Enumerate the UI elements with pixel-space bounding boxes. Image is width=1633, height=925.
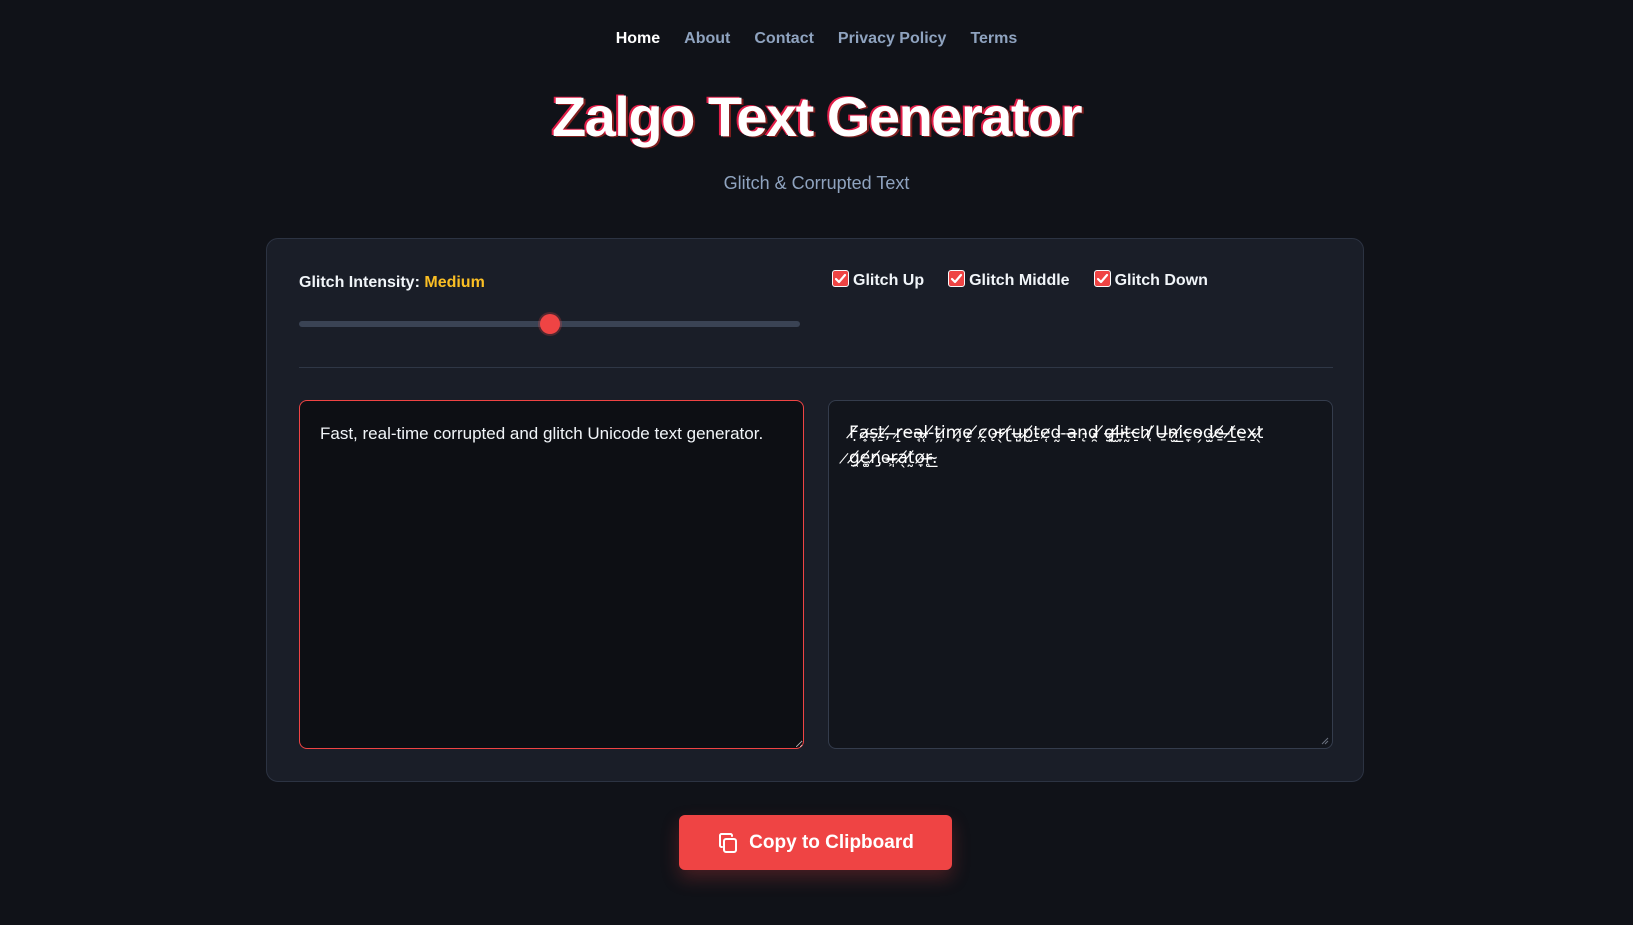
intensity-label: Glitch Intensity: Medium [299, 274, 485, 292]
nav-contact-link[interactable]: Contact [754, 30, 814, 48]
page-title: Zalgo Text Generator [551, 85, 1083, 148]
nav-privacy-policy-link[interactable]: Privacy Policy [838, 30, 947, 48]
glitch-middle-option[interactable]: Glitch Middle [948, 269, 1070, 290]
generator-card: Glitch Intensity: Medium Glitch Up Glitc… [266, 238, 1364, 782]
checkmark-icon [834, 273, 847, 283]
glitch-middle-checkbox[interactable] [948, 269, 966, 287]
nav-home-link[interactable]: Home [616, 30, 660, 48]
intensity-slider[interactable] [299, 314, 800, 334]
glitch-up-option[interactable]: Glitch Up [832, 269, 925, 290]
checkmark-icon [951, 273, 963, 283]
nav-about-link[interactable]: About [684, 30, 730, 48]
glitch-down-option[interactable]: Glitch Down [1093, 269, 1208, 290]
top-nav: Home About Contact Privacy Policy Terms [0, 30, 1633, 48]
output-textarea[interactable]: F̸̣a̷͎s̶̟t̵̠,̸ ̶r̷̝e̴a̴̘l̶̜-̸t̵̗i̷̦m̷̟e̵… [828, 400, 1333, 749]
nav-terms-link[interactable]: Terms [970, 30, 1017, 48]
copy-button-label: Copy to Clipboard [749, 831, 914, 853]
page-subtitle: Glitch & Corrupted Text [723, 173, 910, 193]
checkmark-icon [1096, 273, 1108, 283]
glitch-up-label: Glitch Up [853, 272, 925, 289]
input-textarea[interactable]: Fast, real-time corrupted and glitch Uni… [299, 400, 804, 749]
output-text: F̸̣a̷͎s̶̟t̵̠,̸ ̶r̷̝e̴a̴̘l̶̜-̸t̵̗i̷̦m̷̟e̵… [849, 423, 1264, 468]
glitch-options: Glitch Up Glitch Middle Glitch Down [832, 269, 1208, 290]
glitch-up-checkbox[interactable] [832, 269, 849, 287]
glitch-down-checkbox[interactable] [1093, 269, 1111, 287]
glitch-middle-label: Glitch Middle [969, 272, 1070, 289]
glitch-down-label: Glitch Down [1114, 272, 1208, 289]
intensity-label-text: Glitch Intensity: [299, 274, 420, 291]
intensity-slider-thumb[interactable] [539, 314, 560, 334]
copy-icon [719, 832, 738, 853]
section-divider [299, 367, 1333, 368]
copy-to-clipboard-button[interactable]: Copy to Clipboard [679, 815, 952, 870]
intensity-value: Medium [424, 274, 485, 291]
resize-grip-icon[interactable] [1321, 737, 1329, 745]
